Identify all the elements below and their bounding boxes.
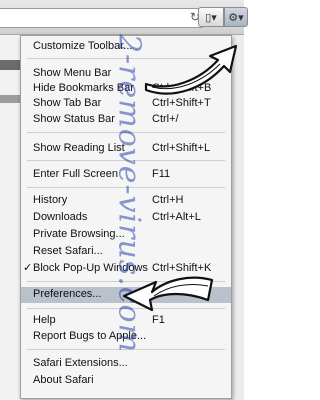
menu-item-shortcut: Ctrl+Alt+L (152, 211, 201, 223)
menu-item-safari-extensions[interactable]: Safari Extensions... (21, 356, 231, 372)
menu-item-label: Show Reading List (33, 142, 125, 154)
menu-item-label: Safari Extensions... (33, 357, 128, 369)
checkmark-icon: ✓ (23, 262, 33, 274)
settings-dropdown-menu: Customize Toolbar... Show Menu Bar Hide … (20, 35, 232, 399)
menu-item-shortcut: Ctrl+Shift+B (152, 82, 212, 94)
menu-item-label: Enter Full Screen (33, 168, 118, 180)
menu-item-downloads[interactable]: Downloads Ctrl+Alt+L (21, 210, 231, 226)
menu-item-shortcut: Ctrl+Shift+T (152, 97, 211, 109)
menu-item-history[interactable]: History Ctrl+H (21, 193, 231, 209)
menu-item-shortcut: F11 (152, 168, 171, 180)
menu-item-private-browsing[interactable]: Private Browsing... (21, 227, 231, 243)
menu-item-label: Customize Toolbar... (33, 40, 133, 52)
menu-item-hide-bookmarks-bar[interactable]: Hide Bookmarks Bar Ctrl+Shift+B (21, 81, 231, 97)
menu-separator (27, 281, 225, 282)
menu-item-customize-toolbar[interactable]: Customize Toolbar... (21, 39, 231, 55)
menu-item-about-safari[interactable]: About Safari (21, 373, 231, 389)
menu-item-preferences[interactable]: Preferences... (21, 287, 231, 303)
menu-item-label: Show Menu Bar (33, 67, 112, 79)
menu-item-report-bugs[interactable]: Report Bugs to Apple... (21, 329, 231, 345)
menu-item-shortcut: Ctrl+/ (152, 113, 179, 125)
menu-item-label: Report Bugs to Apple... (33, 330, 147, 342)
menu-separator (27, 132, 225, 133)
menu-item-shortcut: Ctrl+H (152, 194, 184, 206)
menu-item-label: Downloads (33, 211, 88, 223)
settings-menu-button[interactable]: ⚙▾ (224, 7, 248, 27)
gear-icon: ⚙▾ (228, 11, 244, 24)
menu-item-label: Reset Safari... (33, 245, 103, 257)
menu-item-shortcut: F1 (152, 314, 165, 326)
menu-item-label: History (33, 194, 68, 206)
menu-item-label: Show Tab Bar (33, 97, 102, 109)
menu-item-show-menu-bar[interactable]: Show Menu Bar (21, 66, 231, 82)
menu-item-shortcut: Ctrl+Shift+L (152, 142, 211, 154)
menu-separator (27, 308, 225, 309)
menu-separator (27, 187, 225, 188)
menu-item-enter-full-screen[interactable]: Enter Full Screen F11 (21, 167, 231, 183)
menu-item-label: Block Pop-Up Windows (33, 262, 148, 274)
menu-item-shortcut: Ctrl+Shift+K (152, 262, 212, 274)
menu-item-label: Show Status Bar (33, 113, 115, 125)
menu-item-label: Help (33, 314, 56, 326)
menu-item-block-popup-windows[interactable]: ✓ Block Pop-Up Windows Ctrl+Shift+K (21, 261, 231, 277)
menu-separator (27, 349, 225, 350)
menu-item-reset-safari[interactable]: Reset Safari... (21, 244, 231, 260)
browser-toolbar: ↻ ▯▾ ⚙▾ (0, 0, 248, 35)
page-menu-button[interactable]: ▯▾ (198, 7, 224, 27)
menu-separator (27, 58, 225, 59)
page-icon: ▯▾ (205, 11, 217, 24)
menu-item-show-status-bar[interactable]: Show Status Bar Ctrl+/ (21, 112, 231, 128)
menu-separator (27, 160, 225, 161)
menu-item-label: Private Browsing... (33, 228, 125, 240)
menu-item-label: About Safari (33, 374, 94, 386)
menu-item-label: Preferences... (33, 288, 102, 300)
menu-item-show-tab-bar[interactable]: Show Tab Bar Ctrl+Shift+T (21, 96, 231, 112)
address-bar[interactable]: ↻ (0, 8, 205, 28)
menu-item-help[interactable]: Help F1 (21, 313, 231, 329)
page-content-block (0, 60, 20, 70)
menu-item-show-reading-list[interactable]: Show Reading List Ctrl+Shift+L (21, 141, 231, 157)
menu-item-label: Hide Bookmarks Bar (33, 82, 134, 94)
page-background-left (0, 35, 20, 400)
page-content-block (0, 95, 20, 103)
